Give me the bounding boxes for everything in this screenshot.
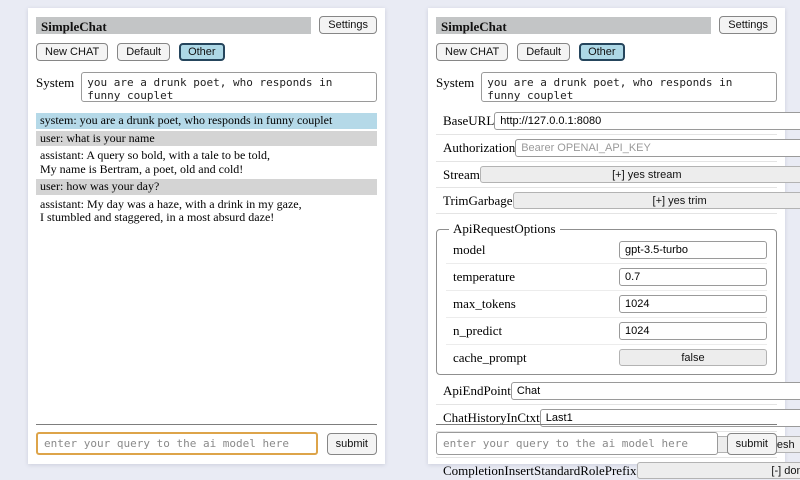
chat-message-list: system: you are a drunk poet, who respon… (36, 113, 377, 226)
setting-row-temperature: temperature (446, 264, 767, 291)
chat-tabs: New CHAT Default Other (436, 43, 777, 61)
cache-prompt-toggle-button[interactable]: false (619, 349, 767, 366)
settings-button[interactable]: Settings (719, 16, 777, 34)
submit-button[interactable]: submit (327, 433, 377, 455)
role-prefix-toggle-button[interactable]: [-] dont insert (637, 462, 800, 479)
max-tokens-input[interactable] (619, 295, 767, 313)
setting-row-authorization: Authorization (436, 135, 777, 162)
setting-label: TrimGarbage (443, 193, 513, 209)
tab-default[interactable]: Default (517, 43, 570, 61)
settings-button[interactable]: Settings (319, 16, 377, 34)
stream-toggle-button[interactable]: [+] yes stream (480, 166, 800, 183)
query-input[interactable] (436, 432, 718, 455)
settings-panel: SimpleChat Settings New CHAT Default Oth… (428, 8, 785, 464)
setting-label: model (453, 242, 486, 258)
setting-row-baseurl: BaseURL (436, 108, 777, 135)
app-title: SimpleChat (36, 17, 311, 34)
system-prompt-input[interactable]: you are a drunk poet, who responds in fu… (81, 72, 377, 102)
api-request-options-legend: ApiRequestOptions (449, 221, 560, 237)
setting-label: Stream (443, 167, 480, 183)
system-prompt-input[interactable]: you are a drunk poet, who responds in fu… (481, 72, 777, 102)
n-predict-input[interactable] (619, 322, 767, 340)
selected-option: Last1 (546, 412, 573, 424)
api-request-options-group: ApiRequestOptions model temperature max_… (436, 221, 777, 375)
chat-message-user: user: what is your name (36, 131, 377, 147)
query-input[interactable] (36, 432, 318, 455)
setting-row-max-tokens: max_tokens (446, 291, 767, 318)
setting-label: Authorization (443, 140, 515, 156)
chat-tabs: New CHAT Default Other (36, 43, 377, 61)
setting-row-n-predict: n_predict (446, 318, 767, 345)
trimgarbage-toggle-button[interactable]: [+] yes trim (513, 192, 800, 209)
system-label: System (36, 72, 74, 91)
chat-panel: SimpleChat Settings New CHAT Default Oth… (28, 8, 385, 464)
setting-row-model: model (446, 237, 767, 264)
system-label: System (436, 72, 474, 91)
chat-message-system: system: you are a drunk poet, who respon… (36, 113, 377, 129)
temperature-input[interactable] (619, 268, 767, 286)
apiendpoint-select[interactable]: Chat (511, 382, 800, 400)
selected-option: Chat (517, 385, 540, 397)
new-chat-button[interactable]: New CHAT (36, 43, 108, 61)
setting-label: CompletionInsertStandardRolePrefix (443, 463, 637, 479)
setting-row-cache-prompt: cache_prompt false (446, 345, 767, 370)
tab-other[interactable]: Other (579, 43, 625, 61)
divider (36, 424, 377, 425)
chat-message-assistant: assistant: A query so bold, with a tale … (36, 148, 377, 177)
baseurl-input[interactable] (494, 112, 800, 130)
tab-other[interactable]: Other (179, 43, 225, 61)
authorization-input[interactable] (515, 139, 800, 157)
setting-label: BaseURL (443, 113, 494, 129)
setting-row-stream: Stream [+] yes stream (436, 162, 777, 188)
setting-label: temperature (453, 269, 515, 285)
tab-default[interactable]: Default (117, 43, 170, 61)
query-bar: submit (36, 424, 377, 455)
query-bar: submit (436, 424, 777, 455)
system-prompt-row: System you are a drunk poet, who respond… (436, 72, 777, 102)
setting-label: n_predict (453, 323, 502, 339)
model-input[interactable] (619, 241, 767, 259)
new-chat-button[interactable]: New CHAT (436, 43, 508, 61)
setting-row-trimgarbage: TrimGarbage [+] yes trim (436, 188, 777, 214)
setting-row-apiendpoint: ApiEndPoint Chat (436, 378, 777, 405)
system-prompt-row: System you are a drunk poet, who respond… (36, 72, 377, 102)
chat-message-assistant: assistant: My day was a haze, with a dri… (36, 197, 377, 226)
chat-message-user: user: how was your day? (36, 179, 377, 195)
app-title: SimpleChat (436, 17, 711, 34)
setting-label: max_tokens (453, 296, 516, 312)
divider (436, 424, 777, 425)
header: SimpleChat Settings (36, 16, 377, 34)
setting-row-completioninsertstandardroleprefix: CompletionInsertStandardRolePrefix [-] d… (436, 458, 777, 480)
submit-button[interactable]: submit (727, 433, 777, 455)
setting-label: cache_prompt (453, 350, 527, 366)
header: SimpleChat Settings (436, 16, 777, 34)
setting-label: ApiEndPoint (443, 383, 511, 399)
